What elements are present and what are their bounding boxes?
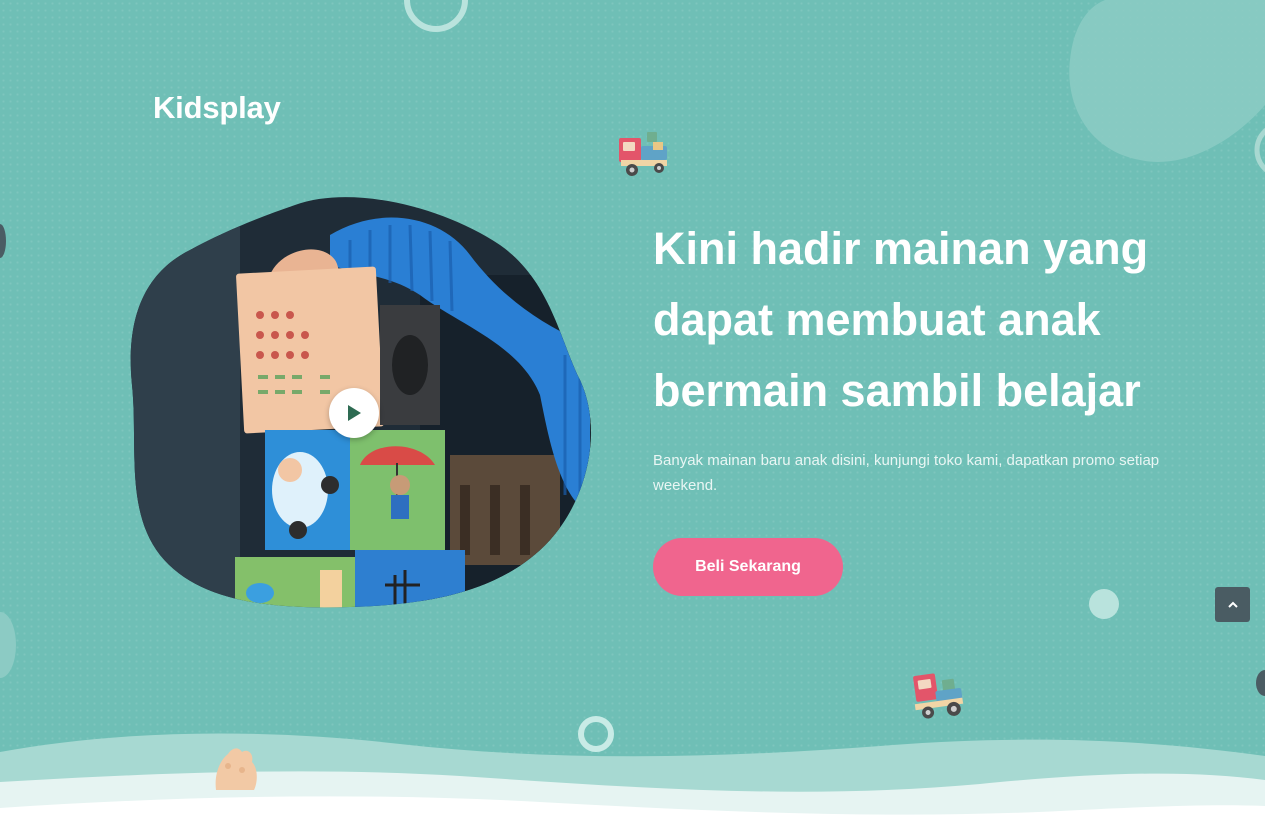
decorative-ring: [1254, 127, 1265, 173]
hero-section: Kidsplay Kini hadir mainan yang dapat me…: [0, 0, 1265, 838]
scroll-to-top-button[interactable]: [1215, 587, 1250, 622]
decorative-half-circle: [0, 612, 16, 678]
chevron-up-icon: [1227, 601, 1238, 608]
brand-logo[interactable]: Kidsplay: [153, 90, 281, 126]
decorative-blob: [1069, 0, 1265, 162]
decorative-half-circle: [1256, 670, 1265, 696]
buy-now-button[interactable]: Beli Sekarang: [653, 538, 843, 596]
play-video-button[interactable]: [329, 388, 379, 438]
play-icon: [348, 405, 361, 421]
decorative-half-circle: [0, 224, 6, 258]
decorative-circle: [1089, 589, 1119, 619]
hero-headline: Kini hadir mainan yang dapat membuat ana…: [653, 223, 1149, 416]
bottom-wave: [0, 733, 1265, 838]
decorative-ring: [404, 0, 468, 32]
toy-figure-icon: [215, 748, 257, 790]
hero-subtext: Banyak mainan baru anak disini, kunjungi…: [653, 452, 1160, 494]
toy-train-icon: [619, 132, 667, 176]
